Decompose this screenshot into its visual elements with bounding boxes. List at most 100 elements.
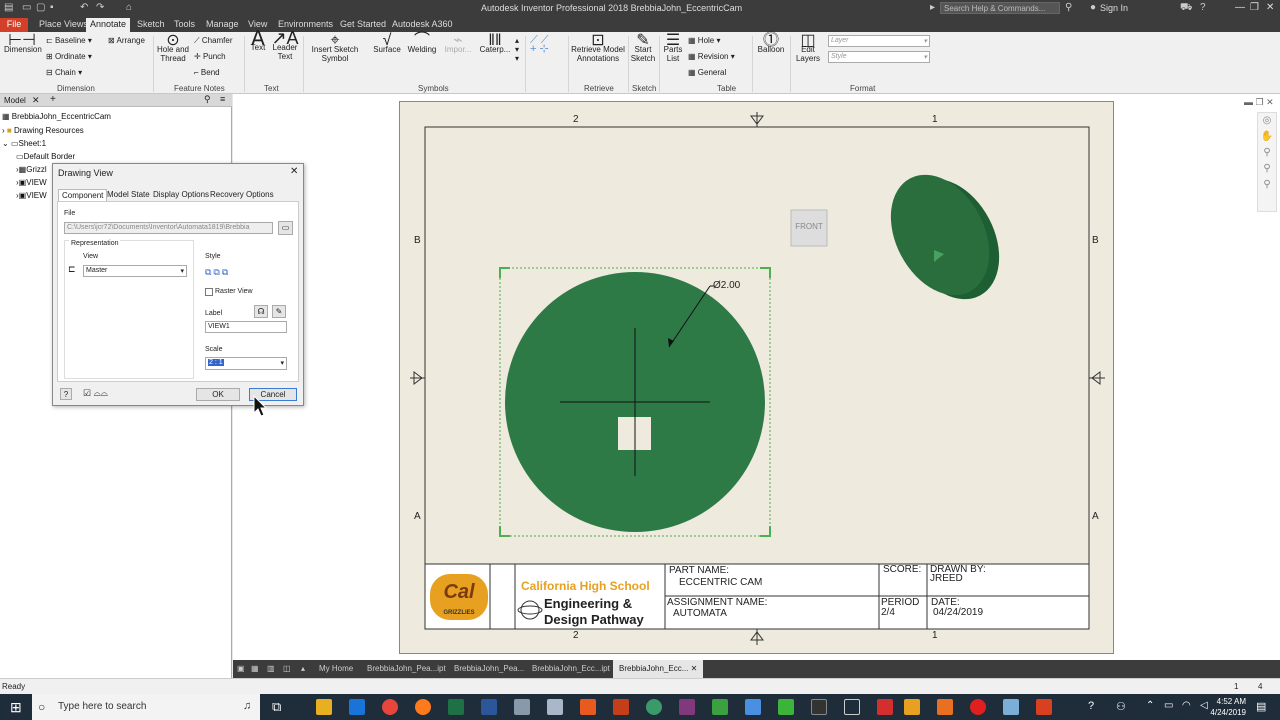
tab-component[interactable]: Component — [58, 189, 108, 201]
doc-tab[interactable]: BrebbiaJohn_Pea... — [454, 664, 524, 673]
undo-icon[interactable]: ↶ — [80, 2, 88, 13]
tab-model[interactable]: Model — [4, 96, 26, 105]
battery-icon[interactable]: ▭ — [1164, 700, 1173, 711]
help-icon[interactable]: ? — [60, 388, 72, 400]
app-icon[interactable] — [580, 699, 596, 715]
help-icon[interactable]: ? — [1088, 700, 1094, 712]
zoom-window-icon[interactable]: ⚲ — [1258, 161, 1276, 177]
welding-button[interactable]: ⌒ Welding — [406, 33, 438, 55]
powerpoint-icon[interactable] — [613, 699, 629, 715]
opera-icon[interactable] — [970, 699, 986, 715]
dimension-button[interactable]: ⊢⊣ Dimension — [4, 33, 42, 55]
tree-item-title-block[interactable]: ›▦Grizzl — [16, 165, 47, 174]
caterpillar-button[interactable]: ‖‖ Caterp... — [478, 33, 512, 55]
tab-display-options[interactable]: Display Options — [150, 189, 212, 200]
tab-my-home[interactable]: My Home — [319, 664, 353, 673]
new-icon[interactable]: ▭ — [22, 2, 31, 13]
word-icon[interactable] — [481, 699, 497, 715]
tab-annotate[interactable]: Annotate — [86, 18, 131, 32]
tile-icon[interactable]: ▣ — [237, 664, 245, 673]
app-icon[interactable] — [547, 699, 563, 715]
center-mark-tools[interactable]: ⟋ ⟋ + ⊹ — [530, 35, 566, 55]
acrobat-icon[interactable] — [877, 699, 893, 715]
wifi-icon[interactable]: ◠ — [1182, 700, 1191, 711]
scale-dropdown[interactable]: 2 : 1 ▾ — [205, 357, 287, 370]
ordinate-button[interactable]: ⊞ Ordinate ▾ — [46, 52, 92, 61]
view-dropdown[interactable]: Master ▾ — [83, 265, 187, 277]
split-icon[interactable]: ◫ — [283, 664, 291, 673]
task-view-icon[interactable]: ⧉ — [272, 699, 281, 715]
open-icon[interactable]: ▢ — [36, 2, 45, 13]
label-visibility-icon[interactable]: ☊ — [254, 305, 268, 318]
style-dropdown[interactable]: Style ▾ — [828, 51, 930, 63]
hole-table-button[interactable]: ▦ Hole ▾ — [688, 36, 721, 45]
drawing-sheet[interactable]: 2 1 2 1 B A B A Ø2.00 FRONT Cal GRIZZLIES… — [399, 101, 1114, 654]
app-icon[interactable] — [778, 699, 794, 715]
baseline-button[interactable]: ⊏ Baseline ▾ — [46, 36, 92, 45]
inventor-icon[interactable] — [904, 699, 920, 715]
add-panel-icon[interactable]: + — [50, 94, 56, 105]
doc-tab[interactable]: BrebbiaJohn_Ecc...ipt — [532, 664, 610, 673]
app-icon[interactable] — [514, 699, 530, 715]
menu-icon[interactable]: ≡ — [220, 94, 225, 104]
canvas-window-controls[interactable]: ▬ ❐ ✕ — [1244, 97, 1274, 108]
edge-icon[interactable] — [349, 699, 365, 715]
people-icon[interactable]: ⚇ — [1116, 700, 1126, 713]
arrange-button[interactable]: ⊠ Arrange — [108, 36, 145, 45]
steering-wheel-icon[interactable]: ◎ — [1258, 113, 1276, 129]
cascade-icon[interactable]: ▦ — [251, 664, 259, 673]
tab-get-started[interactable]: Get Started — [336, 18, 390, 32]
tree-item-border[interactable]: ▭Default Border — [16, 152, 75, 161]
minimize-icon[interactable]: — — [1235, 2, 1245, 13]
tab-recovery-options[interactable]: Recovery Options — [207, 189, 277, 200]
redo-icon[interactable]: ↷ — [96, 2, 104, 13]
close-icon[interactable]: ✕ — [290, 166, 298, 177]
tree-item-view[interactable]: ›▣VIEW — [16, 178, 47, 187]
style-buttons[interactable]: ⧉⧉⧉ — [205, 267, 230, 278]
firefox-icon[interactable] — [415, 699, 431, 715]
app-icon[interactable] — [712, 699, 728, 715]
windows-start-icon[interactable]: ⊞ — [10, 699, 22, 716]
microphone-icon[interactable]: ♫ — [243, 700, 251, 712]
import-button[interactable]: ⌁ Impor... — [442, 33, 474, 55]
help-icon[interactable]: ? — [1200, 2, 1206, 13]
surface-button[interactable]: √ Surface — [372, 33, 402, 55]
raster-view-checkbox[interactable] — [205, 288, 213, 296]
doc-tab-active[interactable]: BrebbiaJohn_Ecc... ✕ — [613, 660, 704, 678]
search-expand-icon[interactable]: ▸ — [930, 2, 935, 13]
notifications-icon[interactable]: ▤ — [1256, 700, 1266, 713]
search-icon[interactable]: ⚲ — [204, 94, 211, 105]
restore-icon[interactable]: ❐ — [1250, 2, 1259, 13]
layer-dropdown[interactable]: Layer ▾ — [828, 35, 930, 47]
app-icon[interactable] — [1036, 699, 1052, 715]
general-table-button[interactable]: ▦ General — [688, 68, 726, 77]
app-icon[interactable] — [844, 699, 860, 715]
file-explorer-icon[interactable] — [316, 699, 332, 715]
terminal-icon[interactable] — [811, 699, 827, 715]
revision-table-button[interactable]: ▦ Revision ▾ — [688, 52, 735, 61]
tree-item-view[interactable]: ›▣VIEW — [16, 191, 47, 200]
file-path-field[interactable]: C:\Users\jcr72\Documents\Inventor\Automa… — [64, 222, 273, 234]
tab-tools[interactable]: Tools — [170, 18, 199, 32]
navigation-bar[interactable]: ◎ ✋ ⚲ ⚲ ⚲ — [1257, 112, 1277, 212]
balloon-button[interactable]: ⓵ Balloon — [756, 33, 786, 55]
sign-in-link[interactable]: Sign In — [1100, 3, 1128, 13]
label-input[interactable]: VIEW1 — [205, 321, 287, 333]
punch-button[interactable]: ✛ Punch — [194, 52, 226, 61]
chain-button[interactable]: ⊟ Chain ▾ — [46, 68, 82, 77]
tab-file[interactable]: File — [0, 18, 28, 32]
app-icon[interactable] — [937, 699, 953, 715]
chrome-icon[interactable] — [382, 699, 398, 715]
tab-sketch[interactable]: Sketch — [133, 18, 169, 32]
hole-thread-button[interactable]: ⊙ Hole and Thread — [156, 33, 190, 64]
tree-item-drawing-resources[interactable]: › ■ Drawing Resources — [2, 126, 84, 135]
chamfer-button[interactable]: ⟋ Chamfer — [194, 36, 233, 45]
home-icon[interactable]: ⌂ — [126, 2, 132, 13]
close-icon[interactable]: ✕ — [691, 664, 698, 673]
symbols-scroll[interactable]: ▴ ▾ ▾ — [513, 36, 521, 63]
bend-button[interactable]: ⌐ Bend — [194, 68, 220, 77]
zoom-all-icon[interactable]: ⚲ — [1258, 177, 1276, 193]
start-sketch-button[interactable]: ✎ Start Sketch — [630, 33, 656, 64]
tree-item-sheet[interactable]: ⌄ ▭Sheet:1 — [2, 139, 46, 148]
cart-icon[interactable]: ⛟ — [1180, 2, 1193, 15]
